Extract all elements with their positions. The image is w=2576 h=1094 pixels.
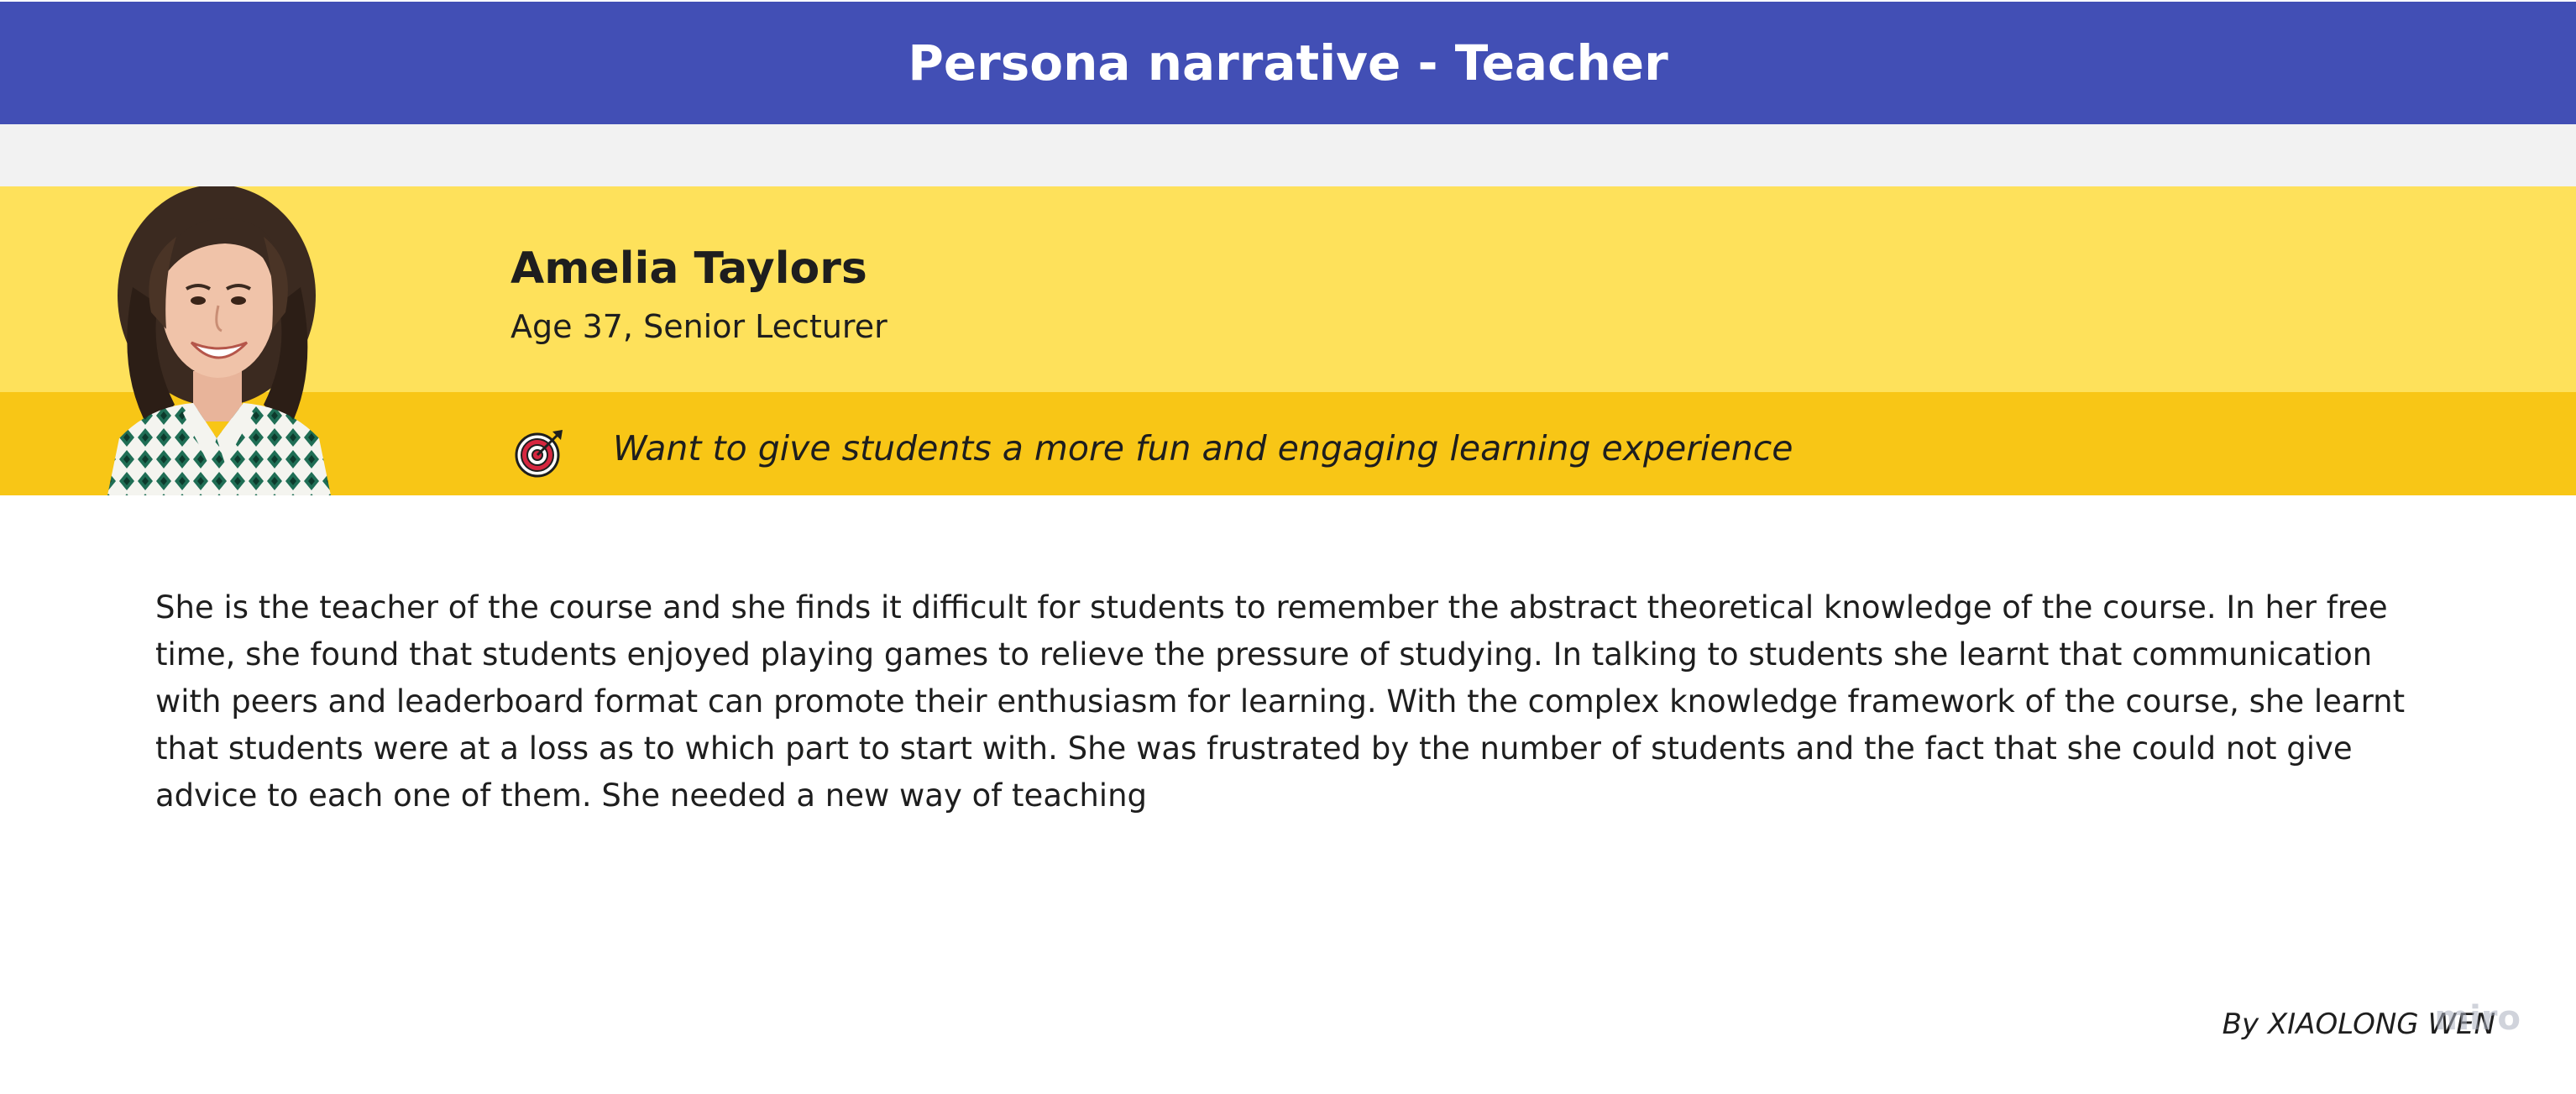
- page-title: Persona narrative - Teacher: [908, 34, 1668, 92]
- avatar-photo: [107, 186, 331, 495]
- persona-narrative: She is the teacher of the course and she…: [155, 589, 2406, 814]
- target-icon: [514, 427, 566, 479]
- persona-goal: Want to give students a more fun and eng…: [613, 428, 1793, 468]
- persona-board: Persona narrative - Teacher Amelia Taylo…: [0, 0, 2576, 1094]
- persona-info-band: [0, 186, 2576, 392]
- spacer-band: [0, 124, 2576, 186]
- avatar: [99, 186, 338, 495]
- miro-watermark: miro: [2434, 999, 2521, 1038]
- header-bar: Persona narrative - Teacher: [0, 2, 2576, 124]
- persona-name: Amelia Taylors: [510, 243, 867, 294]
- persona-role: Age 37, Senior Lecturer: [510, 308, 887, 345]
